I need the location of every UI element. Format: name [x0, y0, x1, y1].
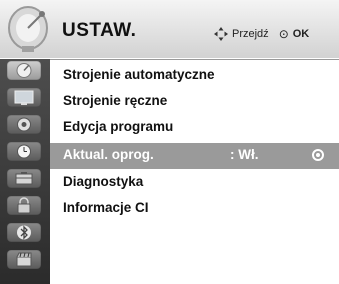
toolbox-icon	[15, 172, 33, 185]
menu-item-label: Strojenie ręczne	[63, 93, 168, 108]
navigation-hint: Przejdź ⊙ OK	[214, 27, 309, 41]
ok-hint-label: OK	[292, 28, 310, 40]
menu-item-manual-tuning[interactable]: Strojenie ręczne	[50, 89, 339, 115]
tv-screen-icon	[14, 90, 34, 105]
sidebar-item-option[interactable]	[7, 169, 41, 188]
menu-item-ci-info[interactable]: Informacje CI	[50, 196, 339, 222]
menu-item-program-edit[interactable]: Edycja programu	[50, 115, 339, 141]
menu-panel: Strojenie automatyczne Strojenie ręczne …	[50, 59, 339, 284]
menu-item-label: Informacje CI	[63, 200, 149, 215]
lock-icon	[17, 197, 31, 214]
menu-item-diagnostics[interactable]: Diagnostyka	[50, 170, 339, 196]
menu-item-label: Diagnostyka	[63, 174, 144, 189]
menu-item-label: Strojenie automatyczne	[63, 67, 215, 82]
menu-item-label: Edycja programu	[63, 119, 174, 134]
sidebar-item-audio[interactable]	[7, 115, 41, 134]
sidebar-item-picture[interactable]	[7, 88, 41, 107]
sidebar-item-lock[interactable]	[7, 196, 41, 215]
menu-item-auto-tuning[interactable]: Strojenie automatyczne	[50, 63, 339, 89]
clock-icon	[17, 144, 31, 159]
satellite-dish-icon	[8, 6, 48, 52]
sidebar-item-media[interactable]	[7, 250, 41, 269]
menu-item-label: Aktual. oprog.	[63, 147, 154, 162]
arrows-cross-icon	[214, 27, 228, 41]
category-sidebar	[0, 59, 50, 284]
setup-menu-screen: USTAW. Przejdź ⊙ OK Strojenie automatycz…	[0, 0, 339, 284]
software-update-value: : Wł.	[230, 147, 259, 162]
satellite-icon	[16, 63, 32, 78]
ok-button-icon: ⊙	[278, 27, 289, 41]
speaker-icon	[17, 117, 31, 132]
bluetooth-icon	[17, 225, 31, 240]
menu-item-software-update[interactable]: Aktual. oprog. : Wł.	[50, 143, 339, 169]
nav-hint-label: Przejdź	[232, 28, 269, 40]
ok-radio-icon	[312, 149, 324, 161]
media-clapper-icon	[16, 252, 32, 267]
page-title: USTAW.	[62, 20, 137, 41]
sidebar-item-time[interactable]	[7, 142, 41, 161]
sidebar-item-bluetooth[interactable]	[7, 223, 41, 242]
menu-header: USTAW. Przejdź ⊙ OK	[0, 0, 339, 58]
sidebar-item-setup[interactable]	[7, 61, 41, 80]
